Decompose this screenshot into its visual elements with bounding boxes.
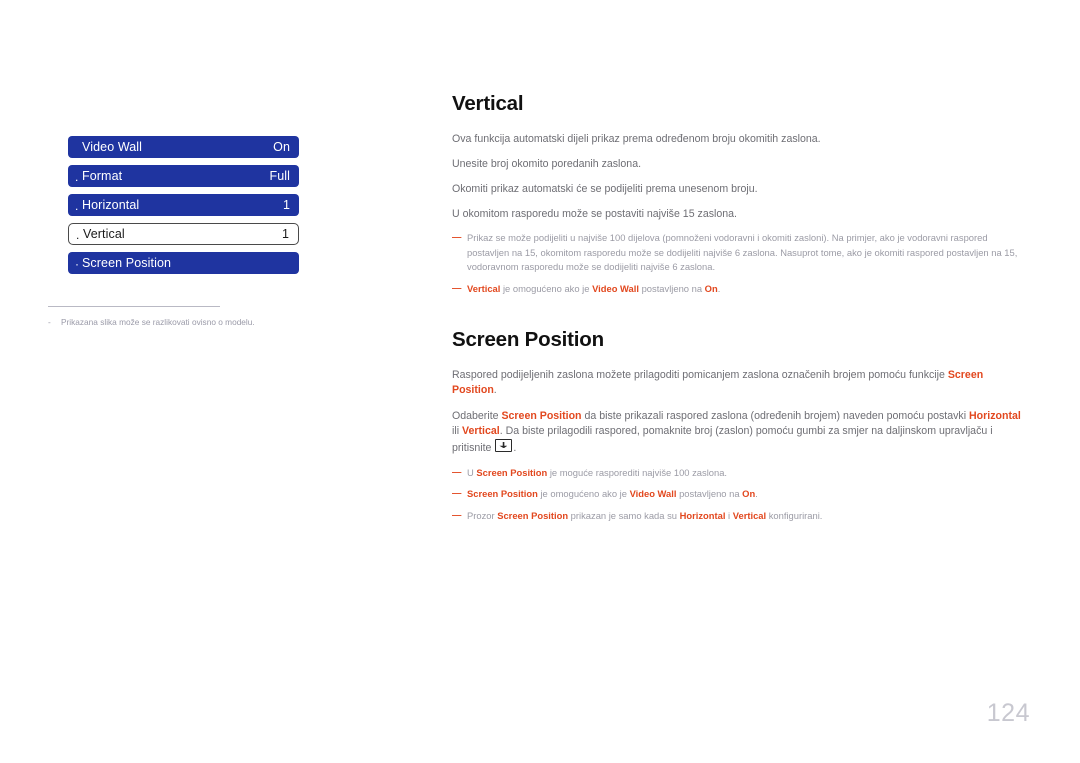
note-dash-icon: — — [452, 465, 461, 477]
osd-value-vertical: 1 — [281, 227, 289, 241]
note-dash-icon: — — [452, 487, 461, 499]
note-fragment: prikazan je samo kada su — [568, 509, 680, 521]
text-fragment: da biste prikazali raspored zaslona (odr… — [581, 409, 970, 422]
document-content: Vertical Ova funkcija automatski dijeli … — [452, 92, 1030, 530]
note-fragment: U — [467, 466, 477, 478]
osd-menu-panel: Video Wall On . Format Full . Horizontal… — [68, 136, 299, 281]
osd-row-label-group: . Vertical — [76, 227, 125, 241]
note-text: Screen Position je omogućeno ako je Vide… — [467, 487, 1030, 502]
osd-row-label-group: · Screen Position — [75, 256, 171, 270]
osd-label-vertical: Vertical — [83, 227, 125, 241]
keyword: Vertical — [462, 424, 500, 437]
note-fragment: postavljeno na — [638, 282, 705, 294]
osd-footnote-block: - Prikazana slika može se razlikovati ov… — [48, 306, 338, 328]
note-text: Vertical je omogućeno ako je Video Wall … — [467, 282, 1030, 297]
page-number: 124 — [986, 699, 1030, 727]
note-item: — Vertical je omogućeno ako je Video Wal… — [452, 282, 1030, 297]
note-fragment: . — [755, 488, 758, 500]
body-paragraph: Okomiti prikaz automatski će se podijeli… — [452, 183, 758, 196]
text-fragment: . — [493, 384, 497, 397]
osd-row-horizontal[interactable]: . Horizontal 1 — [68, 194, 299, 216]
note-item: — Prozor Screen Position prikazan je sam… — [452, 509, 1030, 524]
keyword: Screen Position — [467, 488, 538, 500]
osd-value-format: Full — [269, 169, 290, 183]
note-fragment: i — [725, 509, 733, 521]
text-fragment: ili — [452, 424, 463, 437]
osd-row-label-group: . Format — [75, 169, 122, 183]
osd-label-video-wall: Video Wall — [82, 140, 143, 154]
osd-row-label-group: Video Wall — [75, 140, 142, 154]
osd-row-screen-position[interactable]: · Screen Position — [68, 252, 299, 274]
osd-row-video-wall[interactable]: Video Wall On — [68, 136, 299, 158]
note-item: — U Screen Position je moguće rasporedit… — [452, 466, 1030, 481]
keyword: Vertical — [732, 509, 767, 521]
keyword: Video Wall — [629, 488, 677, 500]
note-item: — Prikaz se može podijeliti u najviše 10… — [452, 231, 1030, 275]
body-paragraph: U okomitom rasporedu može se postaviti n… — [452, 208, 737, 221]
osd-bullet-icon: · — [75, 257, 80, 271]
enter-key-icon — [495, 438, 513, 452]
body-paragraph: Ova funkcija automatski dijeli prikaz pr… — [452, 133, 821, 145]
osd-row-format[interactable]: . Format Full — [68, 165, 299, 187]
note-dash-icon: — — [452, 231, 461, 243]
keyword: Video Wall — [592, 282, 639, 294]
keyword: Horizontal — [679, 509, 726, 521]
note-text: Prozor Screen Position prikazan je samo … — [467, 509, 1030, 524]
osd-bullet-icon: . — [76, 228, 80, 242]
body-paragraph: Raspored podijeljenih zaslona možete pri… — [452, 368, 1030, 398]
keyword: Screen Position — [476, 466, 548, 478]
note-fragment: je moguće rasporediti najviše 100 zaslon… — [547, 466, 728, 478]
note-text: Prikaz se može podijeliti u najviše 100 … — [467, 232, 1018, 273]
note-fragment: konfigurirani. — [766, 509, 823, 521]
note-fragment: je omogućeno ako je — [537, 488, 630, 500]
osd-label-format: Format — [82, 169, 123, 183]
text-fragment: . — [513, 441, 517, 454]
footnote-text: Prikazana slika može se razlikovati ovis… — [61, 317, 255, 327]
text-fragment: Raspored podijeljenih zaslona možete pri… — [452, 369, 948, 382]
osd-label-horizontal: Horizontal — [82, 198, 140, 212]
osd-bullet-icon: . — [75, 170, 79, 184]
keyword: Screen Position — [497, 509, 569, 521]
note-text: U Screen Position je moguće rasporediti … — [467, 466, 1030, 481]
text-fragment: Odaberite — [452, 409, 502, 422]
keyword: Screen Position — [501, 409, 582, 422]
footnote-divider — [48, 306, 220, 307]
keyword: Horizontal — [969, 409, 1021, 422]
note-fragment: postavljeno na — [676, 488, 743, 500]
note-fragment: Prozor — [467, 509, 498, 521]
osd-value-horizontal: 1 — [282, 198, 290, 212]
keyword: On — [742, 488, 756, 500]
footnote-dash-marker: - — [48, 317, 51, 327]
page-title-screen-position: Screen Position — [452, 328, 604, 352]
osd-row-vertical[interactable]: . Vertical 1 — [68, 223, 299, 245]
body-paragraph: Odaberite Screen Position da biste prika… — [452, 409, 1030, 456]
note-fragment: je omogućeno ako je — [500, 282, 593, 294]
body-paragraph: Unesite broj okomito poredanih zaslona. — [452, 158, 642, 171]
note-fragment: . — [717, 282, 721, 294]
keyword: On — [704, 282, 718, 294]
note-dash-icon: — — [452, 508, 461, 520]
osd-label-screen-position: Screen Position — [82, 256, 172, 270]
footnote-item: - Prikazana slika može se razlikovati ov… — [48, 317, 338, 328]
osd-value-video-wall: On — [273, 140, 290, 154]
osd-bullet-icon: . — [75, 199, 79, 213]
osd-row-label-group: . Horizontal — [75, 198, 139, 212]
note-item: — Screen Position je omogućeno ako je Vi… — [452, 487, 1030, 502]
page-title-vertical: Vertical — [452, 92, 524, 115]
note-dash-icon: — — [452, 281, 461, 293]
text-fragment: . Da biste prilagodili raspored, pomakni… — [452, 424, 993, 454]
keyword: Vertical — [467, 282, 501, 294]
